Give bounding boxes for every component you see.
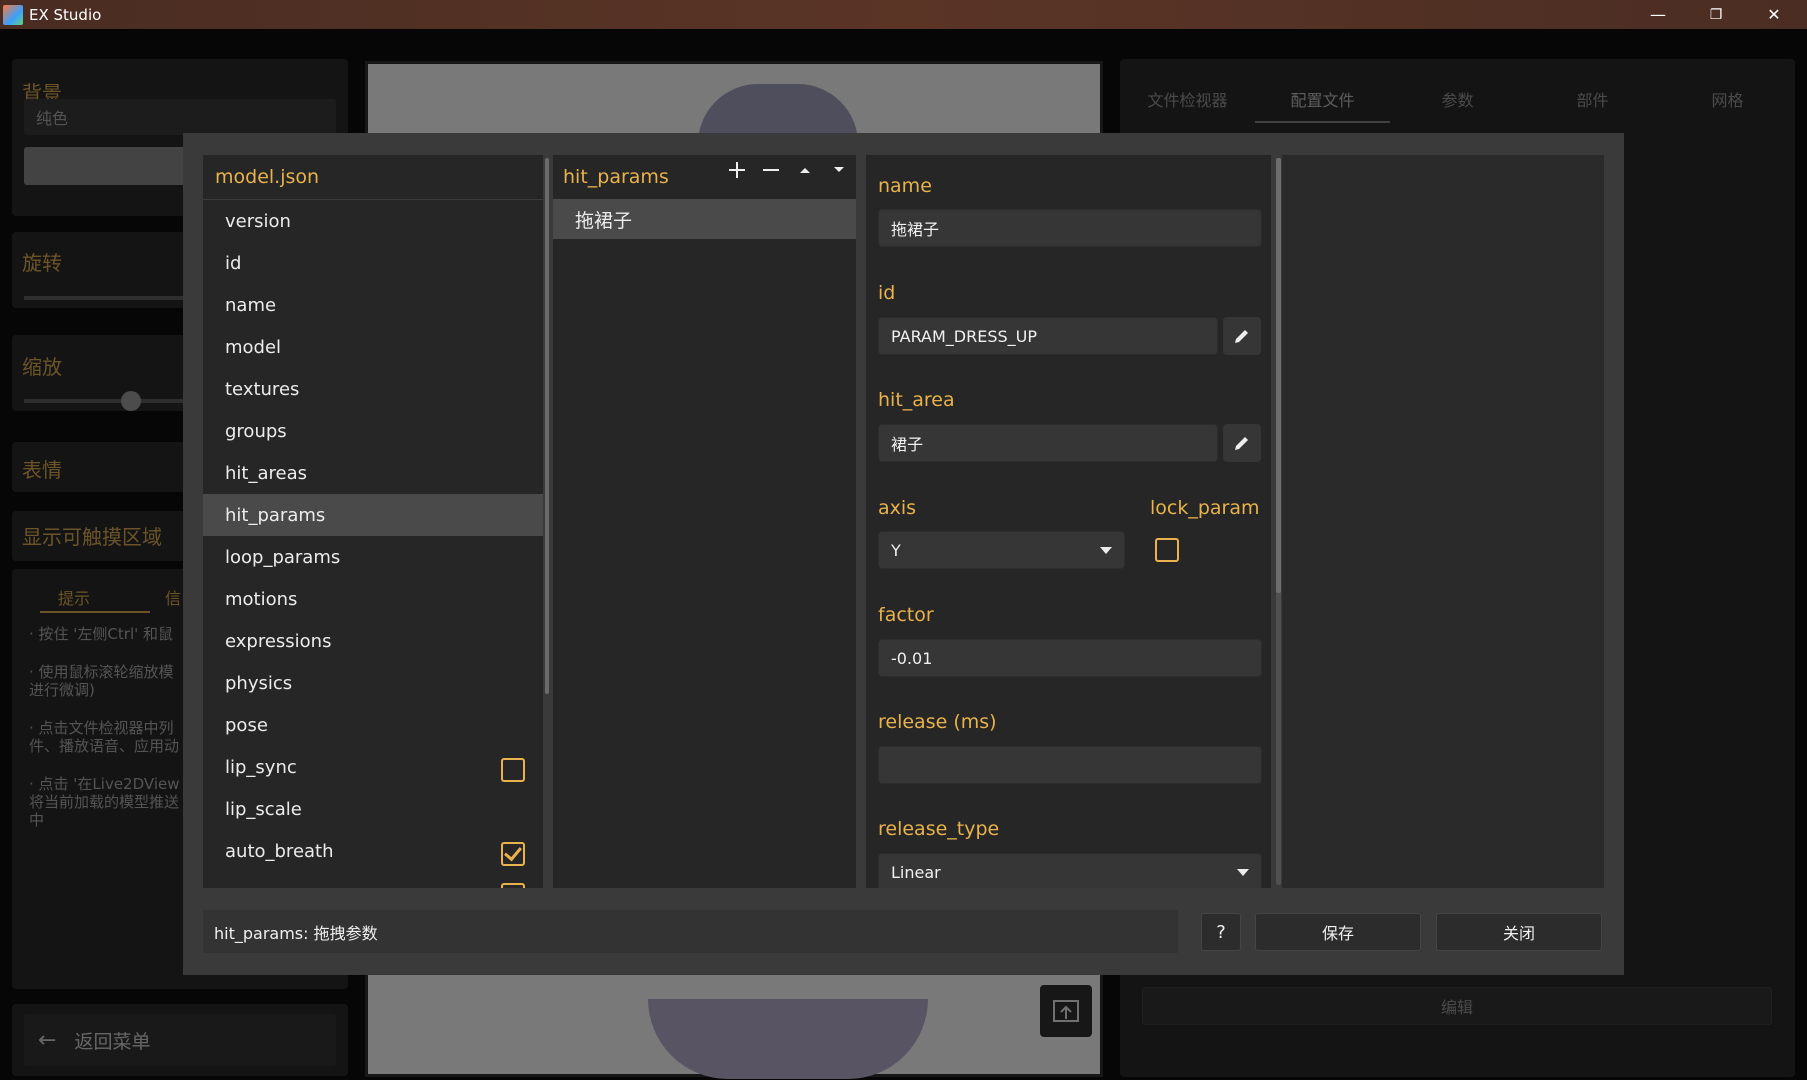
id-edit-button[interactable]: [1223, 317, 1261, 355]
tree-item-lip-sync[interactable]: lip_sync: [203, 746, 543, 788]
tree-header: model.json: [203, 155, 543, 200]
list-item[interactable]: 拖裙子: [553, 199, 856, 239]
move-up-icon[interactable]: [795, 160, 815, 180]
tree-item-physics[interactable]: physics: [203, 662, 543, 704]
status-bar: hit_params: 拖拽参数: [203, 910, 1178, 953]
app-logo-icon: [3, 4, 23, 25]
tree-item-textures[interactable]: textures: [203, 368, 543, 410]
name-input[interactable]: 拖裙子: [878, 209, 1262, 247]
title-bar: EX Studio — ❐ ✕: [0, 0, 1807, 29]
tree-item-hit-areas[interactable]: hit_areas: [203, 452, 543, 494]
hit-params-list: hit_params 拖裙子: [553, 155, 856, 888]
tree-item-lip-scale[interactable]: lip_scale: [203, 788, 543, 830]
axis-value: Y: [891, 540, 901, 560]
save-button[interactable]: 保存: [1255, 913, 1421, 951]
name-label: name: [878, 175, 932, 197]
auto-breath-checkbox[interactable]: [501, 842, 525, 866]
tree-list: version id name model textures groups hi…: [203, 200, 543, 872]
close-button[interactable]: 关闭: [1436, 913, 1602, 951]
tree-item-expressions[interactable]: expressions: [203, 620, 543, 662]
factor-label: factor: [878, 604, 934, 626]
release-type-select[interactable]: Linear: [878, 853, 1262, 888]
lock-param-checkbox[interactable]: [1155, 538, 1179, 562]
tree-item-id[interactable]: id: [203, 242, 543, 284]
chevron-down-icon: [1100, 547, 1112, 554]
move-down-icon[interactable]: [829, 160, 849, 180]
add-icon[interactable]: [727, 160, 747, 180]
hit-area-input[interactable]: 裙子: [878, 424, 1218, 462]
tree-item-groups[interactable]: groups: [203, 410, 543, 452]
tree-scrollbar[interactable]: [545, 158, 549, 694]
hit-area-edit-button[interactable]: [1223, 424, 1261, 462]
form-scrollbar[interactable]: [1276, 158, 1281, 593]
release-type-value: Linear: [891, 862, 941, 882]
tree-item-model[interactable]: model: [203, 326, 543, 368]
tree-item-version[interactable]: version: [203, 200, 543, 242]
pencil-icon: [1235, 437, 1248, 450]
id-label: id: [878, 282, 896, 304]
window-title: EX Studio: [29, 5, 102, 24]
release-type-label: release_type: [878, 818, 1000, 840]
tree-item-hit-params[interactable]: hit_params: [203, 494, 543, 536]
hit-area-label: hit_area: [878, 389, 955, 411]
next-item-checkbox[interactable]: [501, 883, 525, 888]
release-label: release (ms): [878, 711, 997, 733]
release-type-clip: Linear: [866, 850, 1271, 888]
factor-input[interactable]: -0.01: [878, 639, 1262, 677]
model-json-tree: model.json version id name model texture…: [203, 155, 543, 888]
pencil-icon: [1235, 330, 1248, 343]
tree-item-pose[interactable]: pose: [203, 704, 543, 746]
lip-sync-checkbox[interactable]: [501, 758, 525, 782]
lock-param-label: lock_param: [1150, 497, 1260, 519]
minimize-button[interactable]: —: [1629, 0, 1687, 29]
tree-item-auto-breath[interactable]: auto_breath: [203, 830, 543, 872]
maximize-button[interactable]: ❐: [1687, 0, 1745, 29]
id-input[interactable]: PARAM_DRESS_UP: [878, 317, 1218, 355]
help-button[interactable]: ?: [1201, 913, 1241, 951]
right-empty-area: [1282, 155, 1604, 888]
remove-icon[interactable]: [761, 160, 781, 180]
axis-select[interactable]: Y: [878, 531, 1125, 569]
tree-item-loop-params[interactable]: loop_params: [203, 536, 543, 578]
tree-item-name[interactable]: name: [203, 284, 543, 326]
release-input[interactable]: [878, 746, 1262, 784]
axis-label: axis: [878, 497, 917, 519]
close-window-button[interactable]: ✕: [1745, 0, 1803, 29]
chevron-down-icon: [1237, 869, 1249, 876]
tree-item-motions[interactable]: motions: [203, 578, 543, 620]
